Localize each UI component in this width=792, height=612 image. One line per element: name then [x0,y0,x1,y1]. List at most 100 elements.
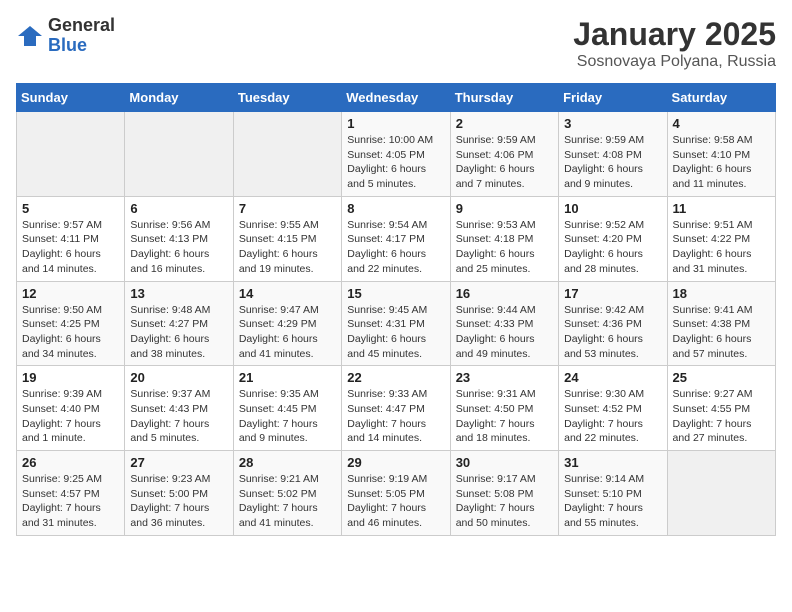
calendar-cell: 2Sunrise: 9:59 AM Sunset: 4:06 PM Daylig… [450,112,558,197]
calendar-cell: 5Sunrise: 9:57 AM Sunset: 4:11 PM Daylig… [17,196,125,281]
header-row: SundayMondayTuesdayWednesdayThursdayFrid… [17,84,776,112]
day-of-week-header: Saturday [667,84,775,112]
day-of-week-header: Tuesday [233,84,341,112]
calendar-cell: 15 Sunrise: 9:45 AM Sunset: 4:31 PM Dayli… [342,281,450,366]
calendar-cell: 16 Sunrise: 9:44 AM Sunset: 4:33 PM Dayli… [450,281,558,366]
day-number: 18 [673,286,770,301]
calendar-cell: 17Sunrise: 9:42 AM Sunset: 4:36 PM Dayli… [559,281,667,366]
logo-icon [16,22,44,50]
day-info: Sunrise: 9:47 AM Sunset: 4:29 PM Dayligh… [239,303,336,362]
day-number: 15 [347,286,444,301]
day-number: 4 [673,116,770,131]
calendar-title: January 2025 [573,16,776,53]
calendar-subtitle: Sosnovaya Polyana, Russia [573,53,776,71]
day-info: Sunrise: 9:33 AM Sunset: 4:47 PM Dayligh… [347,387,444,446]
calendar-cell: 24 Sunrise: 9:30 AM Sunset: 4:52 PM Dayli… [559,366,667,451]
day-info: Sunrise: 9:27 AM Sunset: 4:55 PM Dayligh… [673,387,770,446]
calendar-week-row: 12Sunrise: 9:50 AM Sunset: 4:25 PM Dayli… [17,281,776,366]
calendar-cell: 3Sunrise: 9:59 AM Sunset: 4:08 PM Daylig… [559,112,667,197]
day-info: Sunrise: 9:25 AM Sunset: 4:57 PM Dayligh… [22,472,119,531]
day-number: 29 [347,455,444,470]
day-info: Sunrise: 9:59 AM Sunset: 4:08 PM Dayligh… [564,133,661,192]
day-info: Sunrise: 9:21 AM Sunset: 5:02 PM Dayligh… [239,472,336,531]
day-number: 23 [456,370,553,385]
day-number: 9 [456,201,553,216]
logo-text: General Blue [48,16,115,56]
day-info: Sunrise: 10:00 AM Sunset: 4:05 PM Daylig… [347,133,444,192]
day-info: Sunrise: 9:57 AM Sunset: 4:11 PM Dayligh… [22,218,119,277]
day-info: Sunrise: 9:58 AM Sunset: 4:10 PM Dayligh… [673,133,770,192]
day-number: 27 [130,455,227,470]
calendar-cell: 29Sunrise: 9:19 AM Sunset: 5:05 PM Dayli… [342,451,450,536]
calendar-cell: 9 Sunrise: 9:53 AM Sunset: 4:18 PM Daylig… [450,196,558,281]
day-number: 31 [564,455,661,470]
calendar-body: 1Sunrise: 10:00 AM Sunset: 4:05 PM Dayli… [17,112,776,536]
calendar-cell: 19 Sunrise: 9:39 AM Sunset: 4:40 PM Dayli… [17,366,125,451]
calendar-cell: 12Sunrise: 9:50 AM Sunset: 4:25 PM Dayli… [17,281,125,366]
day-number: 16 [456,286,553,301]
day-info: Sunrise: 9:48 AM Sunset: 4:27 PM Dayligh… [130,303,227,362]
logo-blue: Blue [48,36,115,56]
day-info: Sunrise: 9:14 AM Sunset: 5:10 PM Dayligh… [564,472,661,531]
day-number: 24 [564,370,661,385]
calendar-cell: 8Sunrise: 9:54 AM Sunset: 4:17 PM Daylig… [342,196,450,281]
day-number: 21 [239,370,336,385]
day-of-week-header: Monday [125,84,233,112]
calendar-week-row: 26 Sunrise: 9:25 AM Sunset: 4:57 PM Dayli… [17,451,776,536]
calendar-cell: 26 Sunrise: 9:25 AM Sunset: 4:57 PM Dayli… [17,451,125,536]
day-number: 2 [456,116,553,131]
calendar-cell: 20 Sunrise: 9:37 AM Sunset: 4:43 PM Dayli… [125,366,233,451]
day-number: 20 [130,370,227,385]
calendar-week-row: 19 Sunrise: 9:39 AM Sunset: 4:40 PM Dayli… [17,366,776,451]
calendar-week-row: 1Sunrise: 10:00 AM Sunset: 4:05 PM Dayli… [17,112,776,197]
day-info: Sunrise: 9:45 AM Sunset: 4:31 PM Dayligh… [347,303,444,362]
calendar-cell: 30 Sunrise: 9:17 AM Sunset: 5:08 PM Dayli… [450,451,558,536]
day-number: 26 [22,455,119,470]
day-info: Sunrise: 9:51 AM Sunset: 4:22 PM Dayligh… [673,218,770,277]
calendar-cell: 31 Sunrise: 9:14 AM Sunset: 5:10 PM Dayli… [559,451,667,536]
calendar-cell: 27Sunrise: 9:23 AM Sunset: 5:00 PM Dayli… [125,451,233,536]
calendar-cell: 25 Sunrise: 9:27 AM Sunset: 4:55 PM Dayli… [667,366,775,451]
day-info: Sunrise: 9:52 AM Sunset: 4:20 PM Dayligh… [564,218,661,277]
day-number: 12 [22,286,119,301]
day-of-week-header: Friday [559,84,667,112]
day-info: Sunrise: 9:56 AM Sunset: 4:13 PM Dayligh… [130,218,227,277]
day-number: 19 [22,370,119,385]
calendar-cell: 22 Sunrise: 9:33 AM Sunset: 4:47 PM Dayli… [342,366,450,451]
day-of-week-header: Thursday [450,84,558,112]
day-number: 25 [673,370,770,385]
day-info: Sunrise: 9:37 AM Sunset: 4:43 PM Dayligh… [130,387,227,446]
calendar-cell: 10Sunrise: 9:52 AM Sunset: 4:20 PM Dayli… [559,196,667,281]
page-header: General Blue January 2025 Sosnovaya Poly… [16,16,776,71]
day-number: 13 [130,286,227,301]
calendar-cell: 23 Sunrise: 9:31 AM Sunset: 4:50 PM Dayli… [450,366,558,451]
day-info: Sunrise: 9:35 AM Sunset: 4:45 PM Dayligh… [239,387,336,446]
day-info: Sunrise: 9:17 AM Sunset: 5:08 PM Dayligh… [456,472,553,531]
calendar-cell: 7Sunrise: 9:55 AM Sunset: 4:15 PM Daylig… [233,196,341,281]
day-number: 6 [130,201,227,216]
calendar-cell [667,451,775,536]
day-number: 30 [456,455,553,470]
calendar-cell [17,112,125,197]
day-number: 28 [239,455,336,470]
calendar-cell [233,112,341,197]
day-info: Sunrise: 9:39 AM Sunset: 4:40 PM Dayligh… [22,387,119,446]
calendar-cell: 4 Sunrise: 9:58 AM Sunset: 4:10 PM Daylig… [667,112,775,197]
day-of-week-header: Wednesday [342,84,450,112]
day-info: Sunrise: 9:44 AM Sunset: 4:33 PM Dayligh… [456,303,553,362]
day-number: 14 [239,286,336,301]
calendar-table: SundayMondayTuesdayWednesdayThursdayFrid… [16,83,776,536]
day-info: Sunrise: 9:53 AM Sunset: 4:18 PM Dayligh… [456,218,553,277]
day-info: Sunrise: 9:55 AM Sunset: 4:15 PM Dayligh… [239,218,336,277]
calendar-header: SundayMondayTuesdayWednesdayThursdayFrid… [17,84,776,112]
calendar-cell: 11 Sunrise: 9:51 AM Sunset: 4:22 PM Dayli… [667,196,775,281]
day-info: Sunrise: 9:30 AM Sunset: 4:52 PM Dayligh… [564,387,661,446]
day-info: Sunrise: 9:31 AM Sunset: 4:50 PM Dayligh… [456,387,553,446]
day-number: 11 [673,201,770,216]
calendar-cell: 6 Sunrise: 9:56 AM Sunset: 4:13 PM Daylig… [125,196,233,281]
day-number: 8 [347,201,444,216]
calendar-cell: 1Sunrise: 10:00 AM Sunset: 4:05 PM Dayli… [342,112,450,197]
calendar-cell: 13 Sunrise: 9:48 AM Sunset: 4:27 PM Dayli… [125,281,233,366]
day-number: 22 [347,370,444,385]
calendar-cell: 14 Sunrise: 9:47 AM Sunset: 4:29 PM Dayli… [233,281,341,366]
